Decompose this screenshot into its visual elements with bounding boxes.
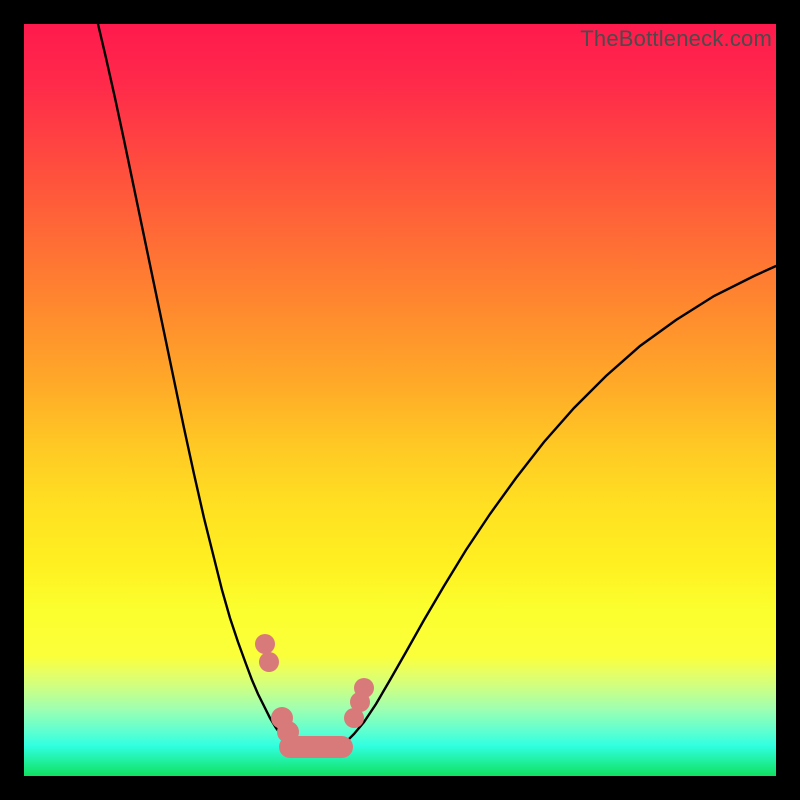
marker-group-left	[255, 634, 299, 743]
watermark-text: TheBottleneck.com	[580, 26, 772, 52]
marker-group-right	[344, 678, 374, 728]
data-marker	[255, 634, 275, 654]
chart-frame: TheBottleneck.com	[0, 0, 800, 800]
data-marker	[354, 678, 374, 698]
curve-right	[328, 266, 776, 749]
curve-overlay	[24, 24, 776, 776]
data-marker	[259, 652, 279, 672]
curve-left	[98, 24, 306, 749]
